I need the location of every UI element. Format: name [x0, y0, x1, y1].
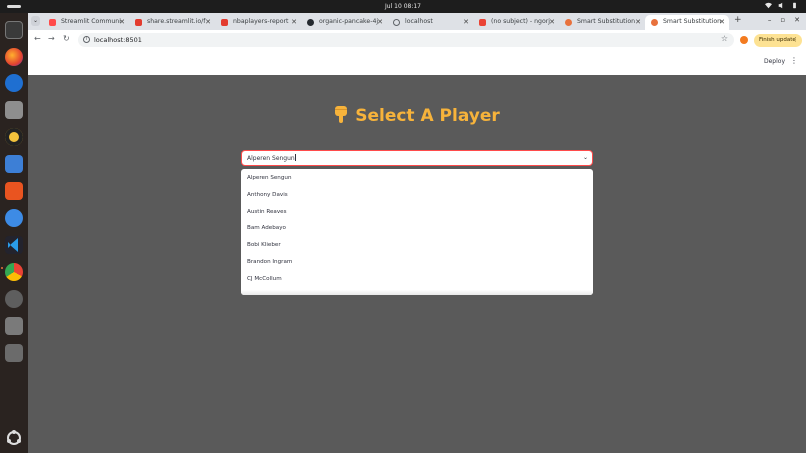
- browser-toolbar: ← → ↻ i localhost:8501 ☆ Finish update ⋮: [28, 30, 806, 50]
- back-icon[interactable]: ←: [34, 34, 41, 43]
- page-content: Deploy ⋮ Select A Player Alperen Sengun …: [28, 50, 806, 453]
- close-tab-icon[interactable]: ✕: [635, 15, 641, 29]
- main-menu-icon[interactable]: ⋮: [790, 56, 798, 65]
- bookmark-star-icon[interactable]: ☆: [721, 34, 728, 43]
- tab-label: Smart Substitution: [577, 18, 636, 25]
- close-tab-icon[interactable]: ✕: [205, 15, 211, 29]
- battery-icon: [791, 2, 798, 9]
- tab-label: localhost: [405, 18, 433, 25]
- list-item[interactable]: CJ McCollum: [241, 271, 593, 288]
- tab-smart-substitution-active[interactable]: Smart Substitution ✕: [645, 15, 729, 30]
- vscode-icon[interactable]: [5, 236, 23, 254]
- player-select-text: Alperen Sengun: [247, 155, 295, 162]
- player-select[interactable]: Alperen Sengun ⌄: [241, 150, 593, 166]
- tab-share-streamlit[interactable]: share.streamlit.io/f ✕: [129, 15, 215, 30]
- running-indicator: [1, 267, 3, 269]
- player-select-value[interactable]: Alperen Sengun: [247, 154, 296, 162]
- writer-icon[interactable]: [5, 155, 23, 173]
- tab-organic-pancake[interactable]: organic-pancake-4j ✕: [301, 15, 387, 30]
- system-tray[interactable]: [765, 2, 798, 9]
- trash-icon[interactable]: [5, 344, 23, 362]
- minimize-icon[interactable]: –: [768, 16, 772, 24]
- firefox-icon[interactable]: [5, 48, 23, 66]
- tab-gmail[interactable]: (no subject) - ngorj ✕: [473, 15, 559, 30]
- text-cursor: [294, 154, 296, 161]
- list-fade: [241, 290, 593, 295]
- tab-label: share.streamlit.io/f: [147, 18, 206, 25]
- page-title-text: Select A Player: [355, 106, 500, 126]
- more-vertical-icon: ⋮: [792, 37, 799, 43]
- system-top-bar: Jul 10 08:17: [0, 0, 806, 13]
- volume-icon: [778, 2, 785, 9]
- address-bar[interactable]: i localhost:8501 ☆: [78, 33, 734, 47]
- share-favicon-icon: [135, 19, 142, 26]
- wifi-icon: [765, 2, 772, 9]
- globe-favicon-icon: [393, 19, 400, 26]
- maximize-icon[interactable]: ▫: [780, 16, 785, 24]
- forward-icon[interactable]: →: [48, 34, 55, 43]
- chrome-icon[interactable]: [5, 263, 23, 281]
- show-apps-icon[interactable]: [5, 429, 23, 447]
- close-tab-icon[interactable]: ✕: [119, 15, 125, 29]
- streamlit-header: Deploy ⋮: [28, 50, 806, 75]
- app-center-icon[interactable]: [5, 182, 23, 200]
- tab-nbaplayers-report[interactable]: nbaplayers-report ✕: [215, 15, 301, 30]
- files-icon[interactable]: [5, 101, 23, 119]
- disk-icon[interactable]: [5, 290, 23, 308]
- reload-icon[interactable]: ↻: [63, 34, 70, 43]
- ubuntu-dock: [0, 13, 28, 453]
- window-controls: – ▫ ✕: [768, 16, 800, 24]
- site-info-icon[interactable]: i: [83, 36, 90, 43]
- help-icon[interactable]: [5, 209, 23, 227]
- list-item[interactable]: Bam Adebayo: [241, 220, 593, 237]
- player-options-list[interactable]: Alperen Sengun Anthony Davis Austin Reav…: [241, 169, 593, 295]
- terminal-icon[interactable]: [5, 21, 23, 39]
- close-tab-icon[interactable]: ✕: [377, 15, 383, 29]
- chrome-window: ⌄ Streamlit Communi ✕ share.streamlit.io…: [28, 13, 806, 453]
- list-item[interactable]: Brandon Ingram: [241, 254, 593, 271]
- tab-smart-substitution-1[interactable]: Smart Substitution ✕: [559, 15, 645, 30]
- drive-icon[interactable]: [5, 317, 23, 335]
- tab-label: (no subject) - ngorj: [491, 18, 550, 25]
- thunderbird-icon[interactable]: [5, 74, 23, 92]
- page-title: Select A Player: [28, 105, 806, 126]
- tab-search-button[interactable]: ⌄: [31, 16, 40, 26]
- tab-strip: ⌄ Streamlit Communi ✕ share.streamlit.io…: [28, 13, 806, 30]
- streamlit-favicon-icon: [49, 19, 56, 26]
- report-favicon-icon: [221, 19, 228, 26]
- app-favicon-icon: [565, 19, 572, 26]
- deploy-button[interactable]: Deploy: [764, 58, 785, 65]
- list-item[interactable]: Austin Reaves: [241, 204, 593, 221]
- list-item[interactable]: Bobi Klieber: [241, 237, 593, 254]
- finish-update-button[interactable]: Finish update ⋮: [754, 34, 802, 47]
- close-tab-icon[interactable]: ✕: [291, 15, 297, 29]
- tab-localhost[interactable]: localhost ✕: [387, 15, 473, 30]
- close-tab-icon[interactable]: ✕: [719, 15, 725, 29]
- system-clock[interactable]: Jul 10 08:17: [0, 3, 806, 10]
- extension-icon[interactable]: [740, 36, 748, 44]
- chevron-down-icon[interactable]: ⌄: [583, 154, 588, 161]
- gmail-favicon-icon: [479, 19, 486, 26]
- app-favicon-icon: [651, 19, 658, 26]
- github-favicon-icon: [307, 19, 314, 26]
- pointing-down-hand-icon: [334, 105, 348, 124]
- tab-label: organic-pancake-4j: [319, 18, 379, 25]
- close-tab-icon[interactable]: ✕: [549, 15, 555, 29]
- url-text[interactable]: localhost:8501: [94, 36, 142, 44]
- close-tab-icon[interactable]: ✕: [463, 15, 469, 29]
- finish-update-label: Finish update: [759, 37, 796, 43]
- tab-label: nbaplayers-report: [233, 18, 289, 25]
- list-item[interactable]: Alperen Sengun: [241, 170, 593, 187]
- tab-label: Streamlit Communi: [61, 18, 121, 25]
- tab-streamlit-community[interactable]: Streamlit Communi ✕: [43, 15, 129, 30]
- tab-label: Smart Substitution: [663, 18, 722, 25]
- list-item[interactable]: Anthony Davis: [241, 187, 593, 204]
- new-tab-button[interactable]: +: [734, 15, 742, 25]
- close-window-icon[interactable]: ✕: [794, 16, 800, 24]
- rhythmbox-icon[interactable]: [5, 128, 23, 146]
